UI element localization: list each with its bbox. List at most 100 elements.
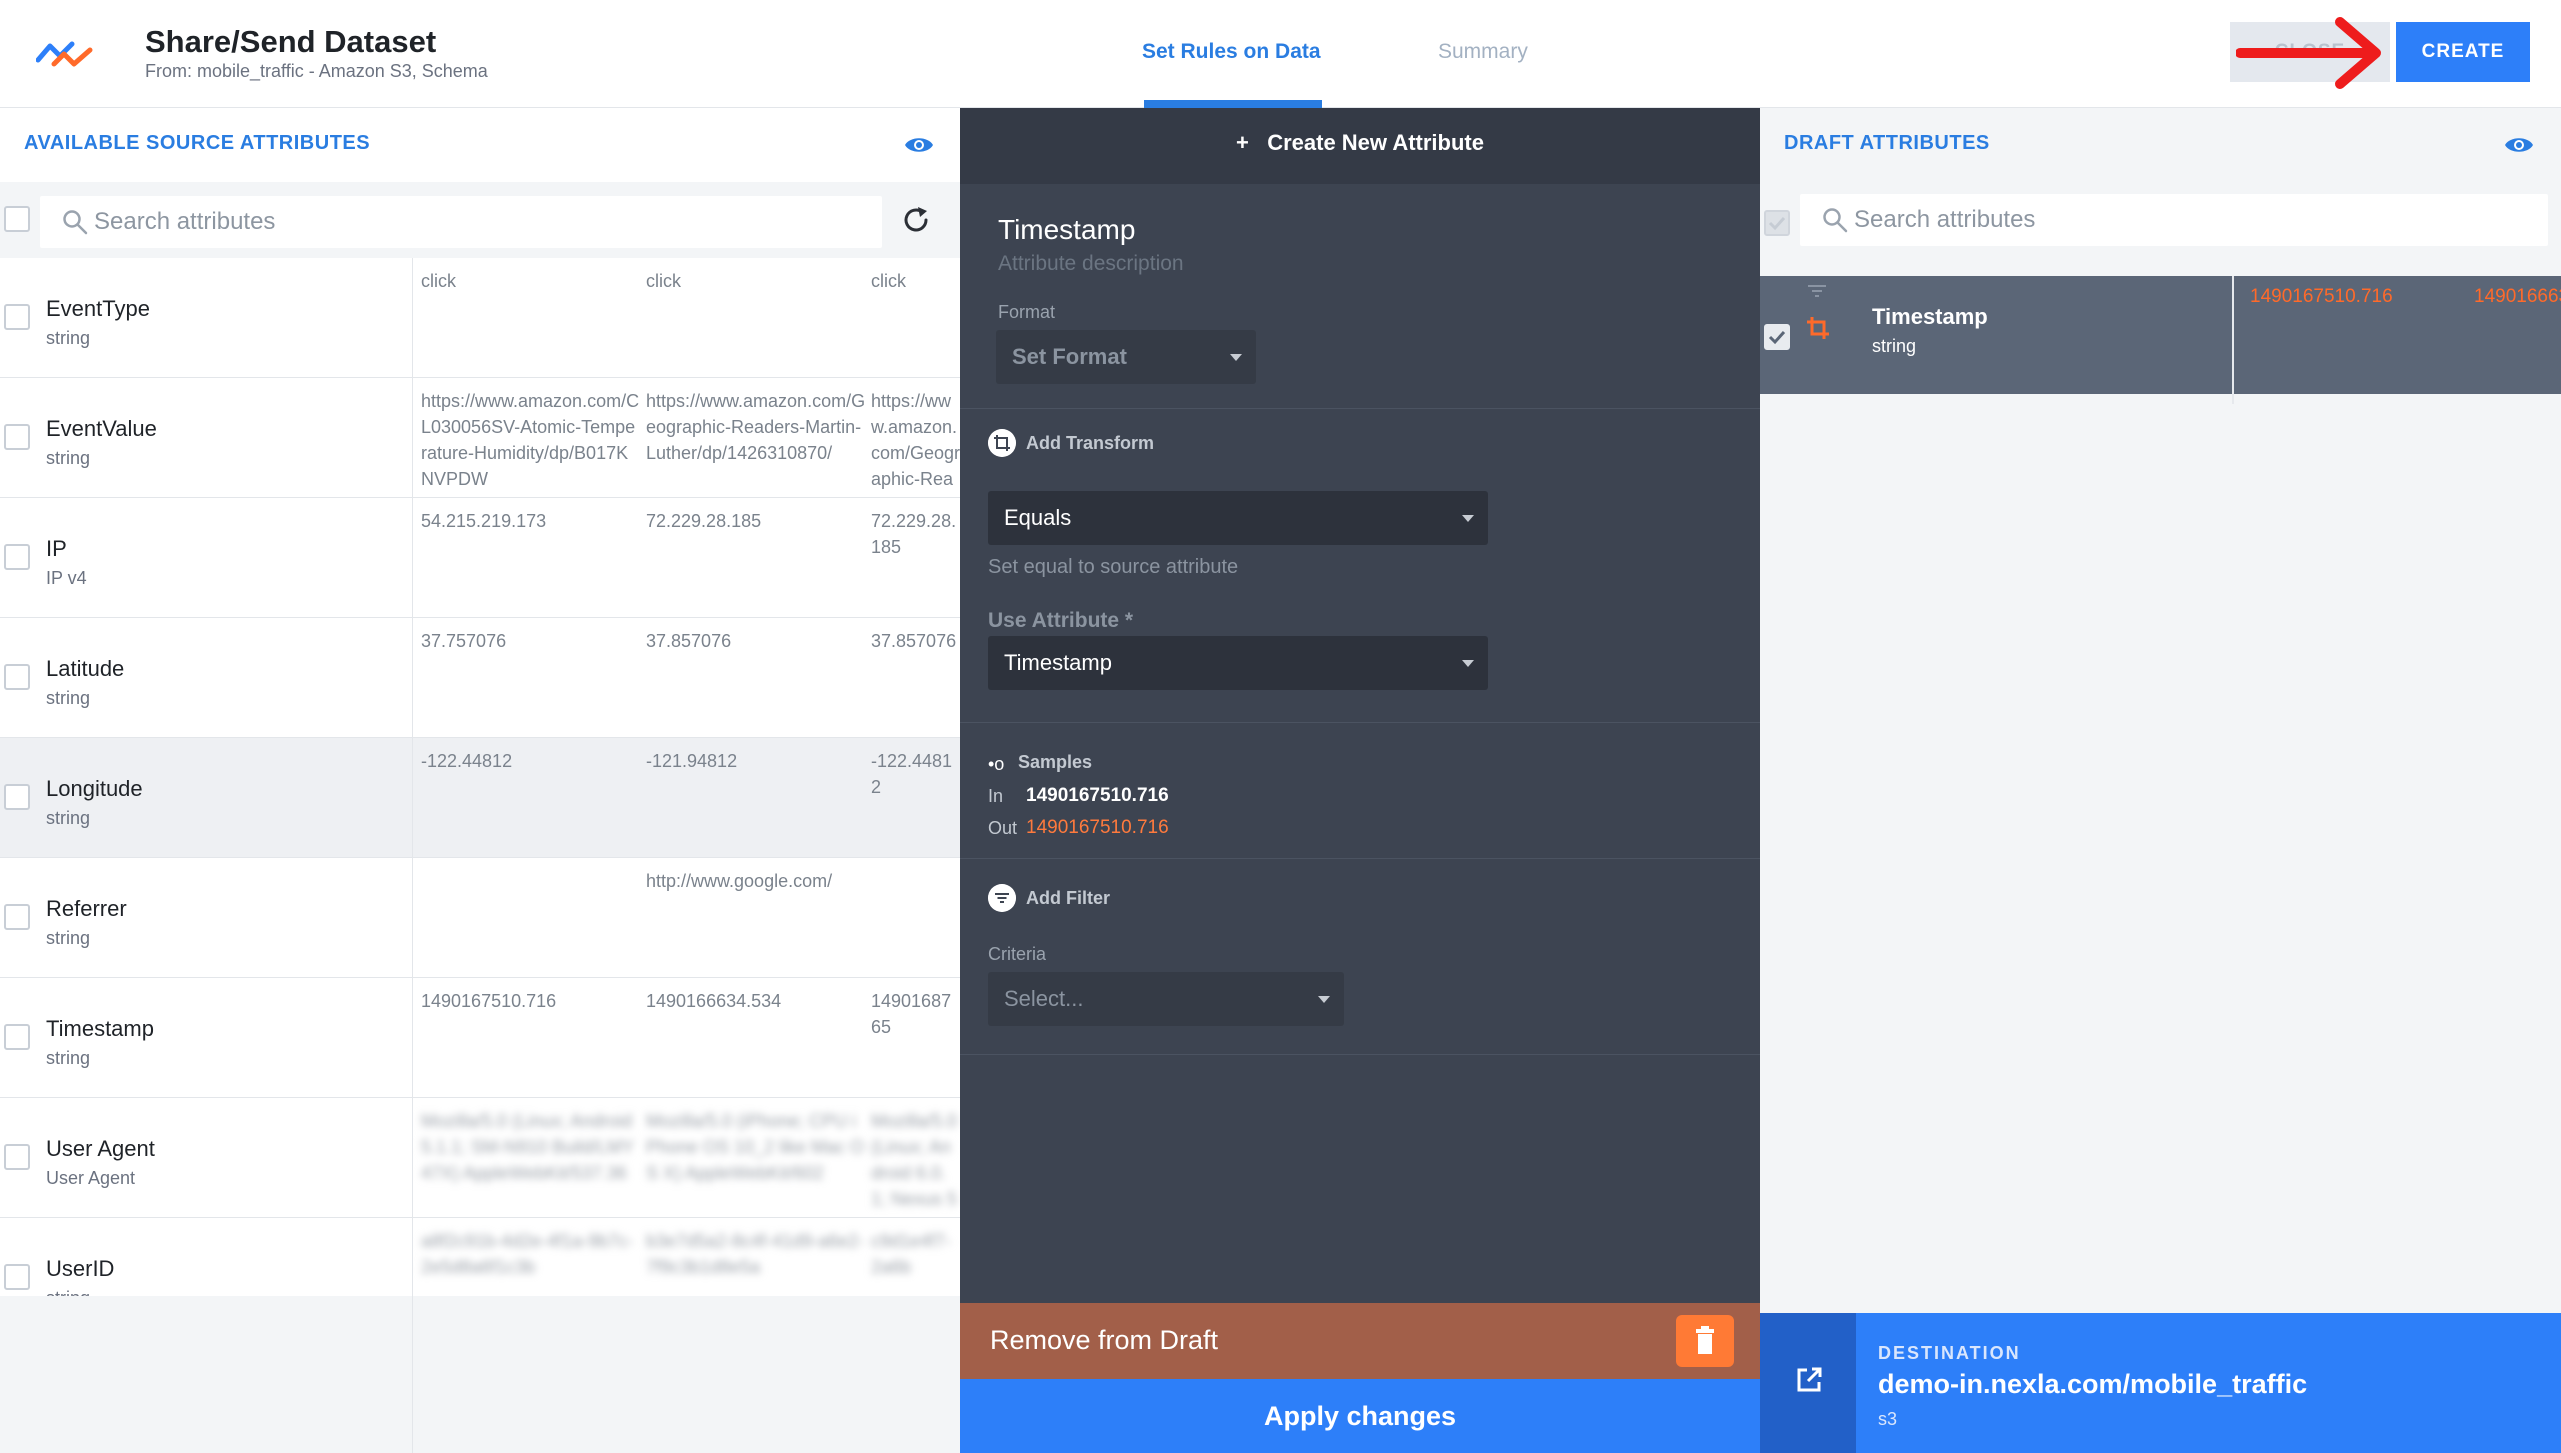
row-checkbox[interactable] (4, 784, 30, 810)
use-attribute-label: Use Attribute * (988, 609, 1134, 632)
draft-attribute-name: Timestamp (1872, 304, 1988, 329)
sample-out-value: 1490167510.716 (1026, 817, 1169, 838)
sample-value: http://www.google.com/ (646, 871, 833, 891)
create-button[interactable]: CREATE (2396, 22, 2530, 82)
delete-button[interactable] (1676, 1315, 1734, 1367)
draft-search-input[interactable] (1854, 194, 2453, 246)
format-select-value: Set Format (1012, 344, 1127, 369)
select-all-checkbox[interactable] (4, 206, 30, 232)
attribute-type: IP v4 (46, 568, 87, 588)
source-search-input[interactable] (94, 196, 768, 248)
table-row[interactable]: EventValue string https://www.amazon.com… (0, 378, 960, 498)
chevron-down-icon (1462, 515, 1474, 522)
row-checkbox[interactable] (4, 1144, 30, 1170)
table-row[interactable]: Referrer string http://www.google.com/ (0, 858, 960, 978)
sample-value: click (871, 271, 906, 291)
column-divider (2232, 276, 2234, 404)
create-new-attribute-button[interactable]: + Create New Attribute (960, 130, 1760, 156)
annotation-arrow-icon (2236, 17, 2381, 89)
attribute-name: Timestamp (46, 1016, 154, 1041)
apply-changes-button[interactable]: Apply changes (960, 1379, 1760, 1453)
external-link-icon (1797, 1367, 1822, 1392)
sample-value: Mozilla/5.0 (Linux; Android 6.0.1; Nexus… (871, 1111, 958, 1216)
table-row[interactable]: User Agent User Agent Mozilla/5.0 (Linux… (0, 1098, 960, 1218)
column-divider (412, 978, 413, 1098)
use-attribute-select-value: Timestamp (1004, 650, 1112, 675)
criteria-select[interactable]: Select... (988, 972, 1344, 1026)
table-row[interactable]: EventType string click click click (0, 258, 960, 378)
tab-summary[interactable]: Summary (1438, 40, 1528, 64)
transform-select[interactable]: Equals (988, 491, 1488, 545)
list-footer (0, 1296, 960, 1453)
sample-value: Mozilla/5.0 (Linux; Android 5.1.1; SM-N9… (421, 1111, 638, 1183)
attribute-type: string (46, 328, 91, 348)
open-destination-button[interactable] (1760, 1313, 1856, 1453)
chevron-down-icon (1230, 354, 1242, 361)
select-all-checkbox[interactable] (1764, 210, 1790, 236)
criteria-select-value: Select... (1004, 986, 1084, 1011)
refresh-icon[interactable] (900, 204, 932, 236)
draft-attribute-type: string (1872, 336, 1917, 356)
row-checkbox[interactable] (4, 1024, 30, 1050)
attribute-type: string (46, 448, 91, 468)
table-row[interactable]: Timestamp string 1490167510.716 14901666… (0, 978, 960, 1098)
draft-attribute-row[interactable]: Timestamp string 1490167510.716 14901666… (1760, 276, 2561, 404)
row-checkbox[interactable] (4, 304, 30, 330)
destination-url: demo-in.nexla.com/mobile_traffic (1878, 1369, 2308, 1399)
sample-value: 37.757076 (421, 631, 507, 651)
sample-value: 1490166634.534 (646, 991, 782, 1011)
sample-value: 1490167510.716 (421, 991, 557, 1011)
transform-hint: Set equal to source attribute (988, 556, 1239, 578)
header: Share/Send Dataset From: mobile_traffic … (0, 0, 2561, 108)
attribute-name-field[interactable]: Timestamp (998, 214, 1135, 246)
draft-sample-value: 1490166634.534 (2474, 286, 2561, 307)
table-row[interactable]: Latitude string 37.757076 37.857076 37.8… (0, 618, 960, 738)
column-divider (412, 498, 413, 618)
add-filter-title: Add Filter (1026, 888, 1110, 908)
crop-icon (988, 429, 1016, 457)
row-checkbox[interactable] (4, 664, 30, 690)
attribute-type: string (46, 928, 91, 948)
chevron-down-icon (1318, 996, 1330, 1003)
attribute-type: User Agent (46, 1168, 136, 1188)
sample-value: 37.857076 (646, 631, 732, 651)
source-attributes-title: AVAILABLE SOURCE ATTRIBUTES (24, 132, 371, 154)
crop-icon (1807, 317, 1829, 339)
attribute-name: Referrer (46, 896, 127, 921)
destination-type: s3 (1878, 1409, 1898, 1429)
destination-bar[interactable]: DESTINATION demo-in.nexla.com/mobile_tra… (1760, 1313, 2561, 1453)
attribute-type: string (46, 808, 91, 828)
sample-value: click (646, 271, 681, 291)
attribute-description-field[interactable]: Attribute description (998, 252, 1184, 276)
row-checkbox[interactable] (4, 1264, 30, 1290)
sample-value: https://www.amazon.com/Geographic-Reader… (871, 391, 960, 496)
source-attributes-panel: AVAILABLE SOURCE ATTRIBUTES EventType st… (0, 108, 960, 1453)
sample-in-value: 1490167510.716 (1026, 785, 1169, 806)
table-row[interactable]: Longitude string -122.44812 -121.94812 -… (0, 738, 960, 858)
format-select[interactable]: Set Format (996, 330, 1256, 384)
attribute-editor-panel: + Create New Attribute Timestamp Attribu… (960, 108, 1760, 1453)
remove-from-draft-bar[interactable]: Remove from Draft (960, 1303, 1760, 1379)
eye-icon[interactable] (904, 134, 934, 156)
column-divider (412, 1296, 413, 1453)
row-checkbox[interactable] (4, 424, 30, 450)
attribute-name: Longitude (46, 776, 143, 801)
tab-set-rules-on-data[interactable]: Set Rules on Data (1142, 40, 1321, 64)
use-attribute-select[interactable]: Timestamp (988, 636, 1488, 690)
row-checkbox[interactable] (4, 904, 30, 930)
attribute-name: EventValue (46, 416, 157, 441)
search-icon (63, 210, 88, 235)
row-checkbox[interactable] (4, 544, 30, 570)
row-checkbox[interactable] (1764, 324, 1790, 350)
active-tab-indicator (1144, 100, 1322, 108)
create-new-attribute-bar[interactable]: + Create New Attribute (960, 108, 1760, 184)
source-search-field[interactable] (40, 196, 882, 248)
draft-search-field[interactable] (1800, 194, 2548, 246)
sample-value: 54.215.219.173 (421, 511, 547, 531)
sample-out-label: Out (988, 818, 1018, 838)
table-row[interactable]: IP IP v4 54.215.219.173 72.229.28.185 72… (0, 498, 960, 618)
eye-icon[interactable] (2504, 134, 2534, 156)
attribute-name: UserID (46, 1256, 115, 1281)
destination-label: DESTINATION (1878, 1343, 2021, 1363)
check-icon (1768, 216, 1786, 231)
